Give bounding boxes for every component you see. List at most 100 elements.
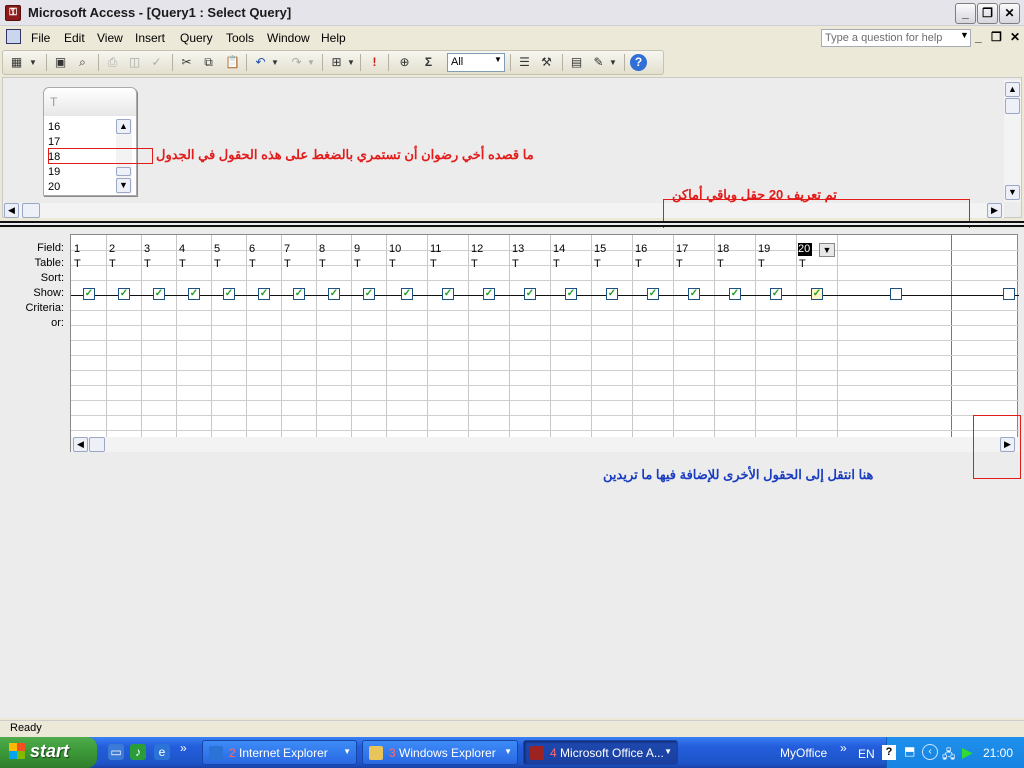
builder-icon[interactable]: ⚒ <box>538 54 555 71</box>
chevron-down-icon[interactable]: ▼ <box>116 178 131 193</box>
field-cell[interactable]: 6 <box>249 243 255 255</box>
help-icon[interactable]: ? <box>882 745 896 760</box>
menu-file[interactable]: File <box>31 31 50 45</box>
show-checkbox[interactable]: ✓ <box>401 288 413 300</box>
selected-field-cell[interactable]: 20 <box>798 243 812 256</box>
show-checkbox[interactable]: ✓ <box>223 288 235 300</box>
table-cell[interactable]: T <box>179 258 186 270</box>
field-cell[interactable]: 8 <box>319 243 325 255</box>
grid-horizontal-scrollbar[interactable]: ◀ ▶ <box>71 437 1019 452</box>
show-checkbox[interactable]: ✓ <box>293 288 305 300</box>
field-cell[interactable]: 16 <box>635 243 647 255</box>
table-cell[interactable]: T <box>799 258 806 270</box>
play-icon[interactable]: ▶ <box>962 744 973 761</box>
chevron-down-icon[interactable]: ▼ <box>494 55 502 64</box>
show-checkbox[interactable]: ✓ <box>565 288 577 300</box>
chevron-left-icon[interactable]: ‹ <box>922 744 938 760</box>
run-icon[interactable]: ! <box>366 54 383 71</box>
chevron-down-icon[interactable]: ▼ <box>819 243 835 257</box>
scroll-thumb[interactable] <box>1005 98 1020 114</box>
field-cell[interactable]: 9 <box>354 243 360 255</box>
minimize-button[interactable]: _ <box>955 3 976 24</box>
field-cell[interactable]: 13 <box>512 243 524 255</box>
print-preview-icon[interactable]: ◫ <box>126 54 143 71</box>
show-checkbox[interactable]: ✓ <box>688 288 700 300</box>
myoffice-toolbar[interactable]: MyOffice <box>780 746 827 760</box>
show-checkbox[interactable]: ✓ <box>442 288 454 300</box>
task-microsoft-office-access[interactable]: 4 Microsoft Office A... ▼ <box>523 740 678 765</box>
redo-icon[interactable]: ↷ <box>288 54 305 71</box>
show-checkbox[interactable]: ✓ <box>483 288 495 300</box>
pane-splitter[interactable] <box>0 221 1024 227</box>
close-button[interactable]: ✕ <box>999 3 1020 24</box>
show-checkbox[interactable]: ✓ <box>647 288 659 300</box>
document-menu-icon[interactable] <box>6 29 21 44</box>
show-checkbox[interactable]: ✓ <box>188 288 200 300</box>
scroll-thumb[interactable] <box>22 203 40 218</box>
show-checkbox[interactable]: ✓ <box>83 288 95 300</box>
show-checkbox[interactable]: ✓ <box>606 288 618 300</box>
menu-edit[interactable]: Edit <box>64 31 85 45</box>
upper-vertical-scrollbar[interactable]: ▲ ▼ <box>1004 80 1021 202</box>
cut-icon[interactable]: ✂ <box>178 54 195 71</box>
mdi-close-button[interactable]: ✕ <box>1010 30 1020 44</box>
table-cell[interactable]: T <box>635 258 642 270</box>
table-cell[interactable]: T <box>471 258 478 270</box>
toolbar-more-icon[interactable]: » <box>840 741 847 755</box>
view-icon[interactable]: ▦ <box>8 54 25 71</box>
table-cell[interactable]: T <box>389 258 396 270</box>
menu-tools[interactable]: Tools <box>226 31 254 45</box>
show-checkbox[interactable]: ✓ <box>118 288 130 300</box>
ask-question-input[interactable]: Type a question for help <box>821 29 971 47</box>
field-list-item[interactable]: 16 <box>48 121 60 133</box>
chevron-up-icon[interactable]: ▲ <box>116 119 131 134</box>
field-list-item[interactable]: 20 <box>48 181 60 193</box>
access-app-icon[interactable]: ⚿ <box>5 5 21 21</box>
database-window-icon[interactable]: ▤ <box>568 54 585 71</box>
chevron-down-icon[interactable]: ▼ <box>306 54 316 71</box>
chevron-down-icon[interactable]: ▼ <box>960 30 969 40</box>
field-cell[interactable]: 7 <box>284 243 290 255</box>
quicklaunch-more-icon[interactable]: » <box>180 741 187 755</box>
new-object-icon[interactable]: ✎ <box>590 54 607 71</box>
show-checkbox[interactable] <box>1003 288 1015 300</box>
field-cell[interactable]: 5 <box>214 243 220 255</box>
field-cell[interactable]: 2 <box>109 243 115 255</box>
table-cell[interactable]: T <box>354 258 361 270</box>
undo-icon[interactable]: ↶ <box>252 54 269 71</box>
table-cell[interactable]: T <box>676 258 683 270</box>
chevron-left-icon[interactable]: ◀ <box>73 437 88 452</box>
show-desktop-icon[interactable]: ▭ <box>108 744 124 760</box>
show-checkbox[interactable]: ✓ <box>729 288 741 300</box>
table-cell[interactable]: T <box>109 258 116 270</box>
query-design-grid[interactable]: 1 T ✓ 2 T ✓ 3 T ✓ 4 T ✓ 5 T ✓ 6 T ✓ 7 T ✓ 8 T ✓ 9 T ✓ 10 T ✓ 11 T ✓ 12 T ✓ 1… <box>70 234 1019 452</box>
field-cell[interactable]: 18 <box>717 243 729 255</box>
table-cell[interactable]: T <box>249 258 256 270</box>
restore-button[interactable]: ❐ <box>977 3 998 24</box>
table-cell[interactable]: T <box>512 258 519 270</box>
query-type-icon[interactable]: ⊞ <box>328 54 345 71</box>
help-icon[interactable]: ? <box>630 54 647 71</box>
chevron-down-icon[interactable]: ▼ <box>28 54 38 71</box>
field-cell[interactable]: 11 <box>430 243 441 255</box>
task-windows-explorer[interactable]: 3 Windows Explorer ▼ <box>362 740 518 765</box>
network-icon[interactable]: 🖧 <box>942 745 955 766</box>
menu-insert[interactable]: Insert <box>135 31 165 45</box>
menu-query[interactable]: Query <box>180 31 213 45</box>
search-icon[interactable]: ⌕ <box>74 54 91 71</box>
language-bar-icon[interactable]: ⬒ <box>904 744 915 758</box>
field-cell[interactable]: 17 <box>676 243 688 255</box>
chevron-right-icon[interactable]: ▶ <box>987 203 1002 218</box>
field-cell[interactable]: 19 <box>758 243 770 255</box>
show-table-icon[interactable]: ⊕ <box>396 54 413 71</box>
show-checkbox[interactable]: ✓ <box>770 288 782 300</box>
show-checkbox[interactable]: ✓ <box>328 288 340 300</box>
table-cell[interactable]: T <box>758 258 765 270</box>
language-indicator[interactable]: EN <box>858 747 875 761</box>
table-cell[interactable]: T <box>284 258 291 270</box>
field-cell[interactable]: 10 <box>389 243 401 255</box>
menu-help[interactable]: Help <box>321 31 346 45</box>
show-checkbox[interactable]: ✓ <box>153 288 165 300</box>
chevron-down-icon[interactable]: ▼ <box>346 54 356 71</box>
field-cell[interactable]: 12 <box>471 243 483 255</box>
